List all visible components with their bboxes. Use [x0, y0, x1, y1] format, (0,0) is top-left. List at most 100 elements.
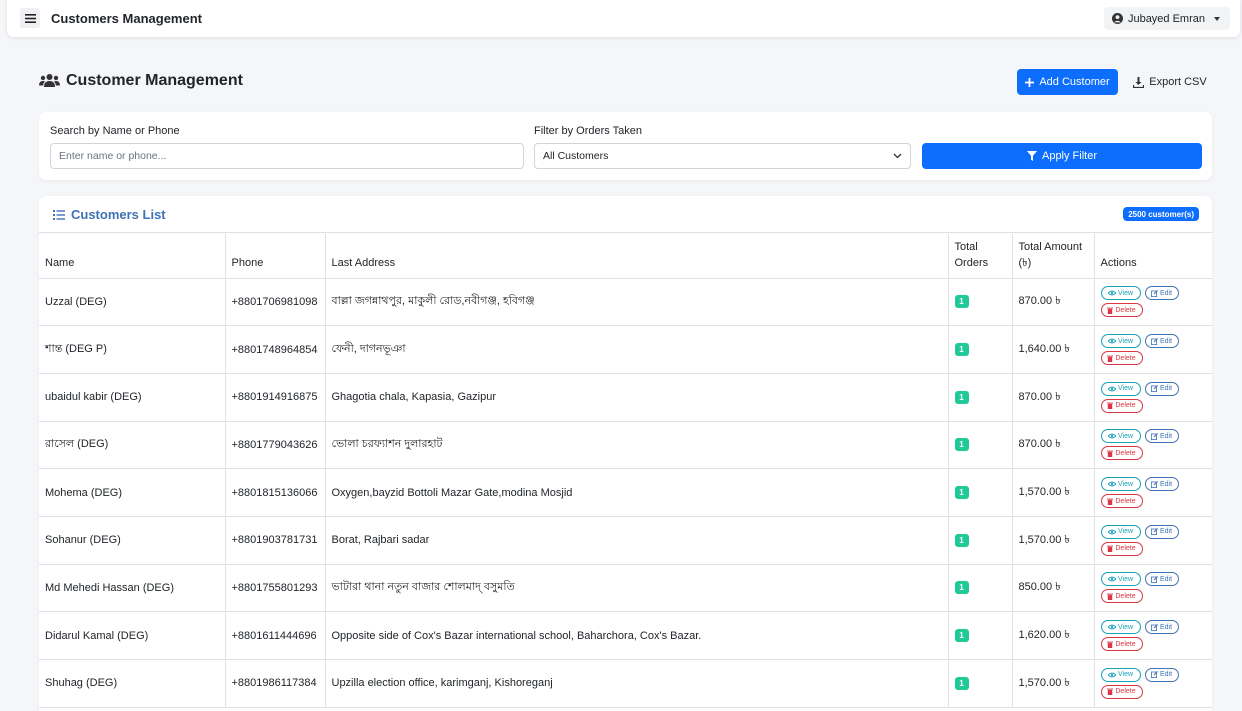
edit-icon: [1150, 528, 1158, 536]
customer-amount: 1,570.00 ৳: [1012, 468, 1095, 517]
apply-filter-button[interactable]: Apply Filter: [922, 143, 1202, 169]
trash-icon: [1107, 355, 1114, 362]
view-button[interactable]: View: [1100, 524, 1141, 539]
orders-cell: 1: [948, 611, 1013, 660]
delete-button[interactable]: Delete: [1100, 637, 1143, 652]
orders-badge: 1: [954, 438, 969, 452]
table-row[interactable]: রাসেল (DEG) +8801779043626 ভোলা চরফ্যাশন…: [39, 421, 1212, 470]
column-header-amount[interactable]: Total Amount (৳): [1012, 234, 1095, 279]
actions-cell: View Edit Delete: [1094, 468, 1212, 517]
search-input[interactable]: [50, 143, 524, 169]
actions-cell: View Edit Delete: [1094, 659, 1212, 708]
filter-icon: [1026, 151, 1037, 161]
customer-name: Didarul Kamal (DEG): [39, 611, 226, 660]
delete-label: Delete: [1115, 592, 1136, 600]
orders-badge: 1: [954, 676, 969, 690]
table-row[interactable]: Uzzal (DEG) +8801706981098 বাল্লা জগন্না…: [39, 278, 1212, 327]
trash-icon: [1107, 688, 1114, 696]
edit-button[interactable]: Edit: [1144, 381, 1179, 396]
column-header-address[interactable]: Last Address: [325, 234, 949, 279]
delete-label: Delete: [1115, 354, 1136, 362]
column-header-orders[interactable]: Total Orders: [948, 234, 1013, 279]
orders-cell: 1: [948, 659, 1013, 708]
edit-button[interactable]: Edit: [1144, 572, 1179, 587]
customer-name: Uzzal (DEG): [39, 278, 226, 327]
orders-filter-select[interactable]: All Customers: [534, 143, 911, 169]
user-menu-button[interactable]: Jubayed Emran: [1103, 7, 1230, 30]
customer-phone: +8801611444696: [225, 611, 326, 660]
delete-button[interactable]: Delete: [1100, 589, 1143, 604]
actions-cell: View Edit Delete: [1094, 516, 1212, 565]
delete-button[interactable]: Delete: [1100, 398, 1143, 413]
trash-icon: [1107, 402, 1114, 410]
customer-name: Mohema (DEG): [39, 468, 226, 517]
delete-button[interactable]: Delete: [1100, 494, 1143, 509]
view-button[interactable]: View: [1100, 429, 1141, 444]
table-row[interactable]: ubaidul kabir (DEG) +8801914916875 Ghago…: [39, 373, 1212, 422]
delete-button[interactable]: Delete: [1100, 684, 1143, 699]
trash-icon: [1107, 641, 1114, 648]
plus-icon: [1025, 77, 1035, 87]
customer-phone: +8801779043626: [225, 421, 326, 470]
edit-button[interactable]: Edit: [1144, 524, 1179, 539]
table-row[interactable]: Sohanur (DEG) +8801903781731 Borat, Rajb…: [39, 516, 1212, 565]
user-name: Jubayed Emran: [1127, 12, 1205, 25]
hamburger-icon: [24, 13, 36, 23]
customer-name: Sohanur (DEG): [39, 516, 226, 565]
view-label: View: [1117, 671, 1134, 679]
orders-filter-label: Filter by Orders Taken: [534, 125, 643, 137]
delete-label: Delete: [1115, 306, 1136, 314]
download-icon: [1133, 76, 1145, 88]
view-button[interactable]: View: [1100, 334, 1141, 349]
table-row[interactable]: Md Mehedi Hassan (DEG) +8801755801293 ভা…: [39, 564, 1212, 613]
orders-filter-value: All Customers: [543, 150, 609, 162]
edit-label: Edit: [1159, 671, 1173, 679]
view-button[interactable]: View: [1100, 477, 1141, 492]
chevron-down-icon: [1214, 16, 1220, 21]
table-row[interactable]: Mohema (DEG) +8801815136066 Oxygen,bayzi…: [39, 468, 1212, 517]
column-header-phone[interactable]: Phone: [225, 234, 326, 279]
edit-label: Edit: [1159, 289, 1173, 297]
trash-icon: [1107, 307, 1114, 314]
actions-cell: View Edit Delete: [1094, 564, 1212, 613]
edit-icon: [1150, 289, 1158, 297]
delete-button[interactable]: Delete: [1100, 351, 1143, 366]
customer-phone: +8801914916875: [225, 373, 326, 422]
view-button[interactable]: View: [1100, 381, 1141, 396]
edit-button[interactable]: Edit: [1144, 334, 1179, 349]
customer-phone: +8801706981098: [225, 278, 326, 327]
table-row[interactable]: Shuhag (DEG) +8801986117384 Upzilla elec…: [39, 659, 1212, 708]
edit-button[interactable]: Edit: [1144, 429, 1179, 444]
delete-button[interactable]: Delete: [1100, 303, 1143, 318]
delete-label: Delete: [1115, 640, 1136, 648]
delete-label: Delete: [1115, 545, 1136, 553]
list-title: Customers List: [53, 207, 166, 222]
edit-button[interactable]: Edit: [1144, 477, 1179, 492]
edit-icon: [1150, 671, 1158, 679]
orders-cell: 1: [948, 421, 1013, 470]
column-header-name[interactable]: Name: [39, 234, 226, 279]
orders-badge: 1: [954, 390, 969, 404]
edit-icon: [1150, 623, 1158, 631]
edit-button[interactable]: Edit: [1144, 286, 1179, 301]
edit-button[interactable]: Edit: [1144, 667, 1179, 682]
edit-button[interactable]: Edit: [1144, 620, 1179, 635]
list-header: Customers List 2500 customer(s): [39, 196, 1212, 233]
add-customer-button[interactable]: Add Customer: [1017, 69, 1118, 95]
customer-address: Borat, Rajbari sadar: [325, 516, 949, 565]
export-csv-button[interactable]: Export CSV: [1126, 69, 1214, 95]
menu-toggle-button[interactable]: [20, 8, 40, 28]
view-button[interactable]: View: [1100, 620, 1141, 635]
view-button[interactable]: View: [1100, 667, 1141, 682]
view-button[interactable]: View: [1100, 572, 1141, 587]
table-row[interactable]: Didarul Kamal (DEG) +8801611444696 Oppos…: [39, 611, 1212, 660]
customer-amount: 870.00 ৳: [1012, 278, 1095, 327]
delete-button[interactable]: Delete: [1100, 541, 1143, 556]
view-label: View: [1117, 337, 1134, 345]
edit-label: Edit: [1159, 575, 1173, 583]
view-button[interactable]: View: [1100, 286, 1141, 301]
view-label: View: [1117, 528, 1134, 536]
delete-button[interactable]: Delete: [1100, 446, 1143, 461]
table-row[interactable]: শান্ত (DEG P) +8801748964854 ফেনী, দাগনভ…: [39, 325, 1212, 374]
search-label: Search by Name or Phone: [50, 125, 180, 137]
